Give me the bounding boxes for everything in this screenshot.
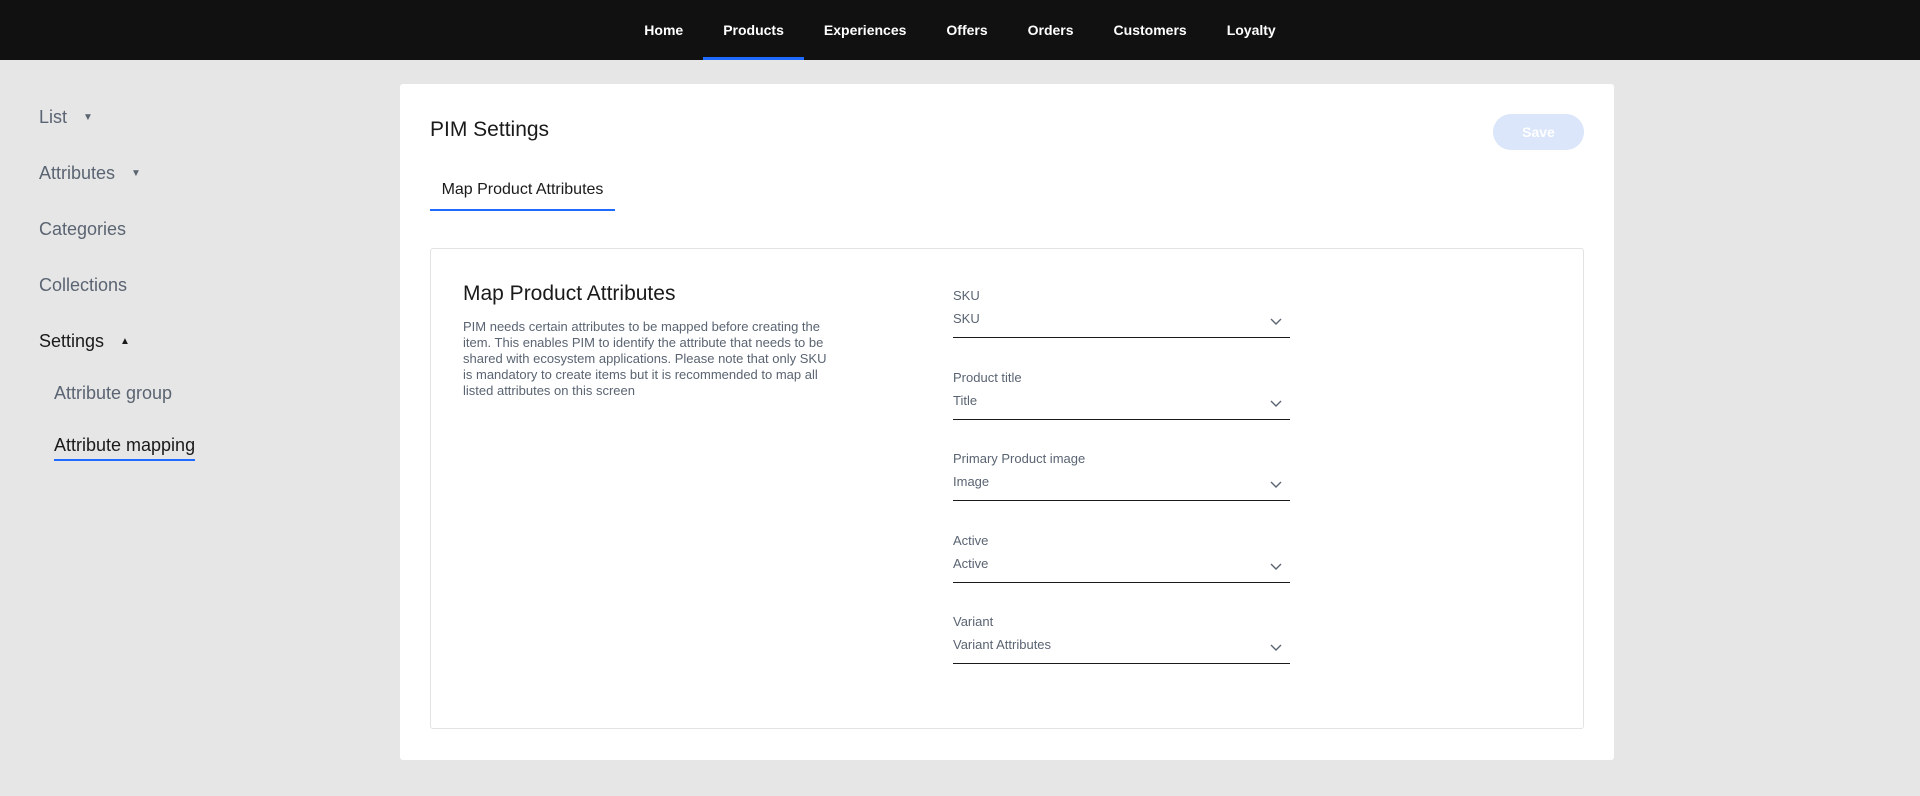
select-value: Image (953, 474, 990, 489)
chevron-down-icon (1270, 644, 1282, 651)
caret-down-icon: ▼ (83, 112, 93, 123)
sidebar-item-list[interactable]: List ▼ (39, 107, 93, 128)
active-select[interactable]: Active (953, 550, 1290, 583)
product-title-select[interactable]: Title (953, 387, 1290, 420)
nav-item-home[interactable]: Home (624, 0, 703, 60)
sidebar-item-collections[interactable]: Collections (39, 275, 127, 296)
chevron-down-icon (1270, 563, 1282, 570)
field-label: SKU (953, 288, 980, 303)
save-button[interactable]: Save (1493, 114, 1584, 150)
field-label: Product title (953, 370, 1022, 385)
tab-map-product-attributes[interactable]: Map Product Attributes (430, 179, 615, 211)
select-value: Title (953, 393, 978, 408)
sku-select[interactable]: SKU (953, 305, 1290, 338)
select-value: Active (953, 556, 989, 571)
field-sku: SKU SKU (953, 288, 1290, 338)
card-description: PIM needs certain attributes to be mappe… (463, 319, 827, 398)
nav-item-orders[interactable]: Orders (1008, 0, 1094, 60)
field-variant: Variant Variant Attributes (953, 614, 1290, 664)
sidebar-subitem-attribute-mapping[interactable]: Attribute mapping (54, 435, 196, 461)
sidebar: List ▼ Attributes ▼ Categories Collectio… (0, 60, 390, 796)
chevron-down-icon (1270, 400, 1282, 407)
variant-select[interactable]: Variant Attributes (953, 631, 1290, 664)
sidebar-item-label: Categories (39, 219, 127, 239)
primary-image-select[interactable]: Image (953, 468, 1290, 501)
mapping-card: Map Product Attributes PIM needs certain… (430, 248, 1584, 729)
field-label: Primary Product image (953, 451, 1086, 466)
tab-label: Map Product Attributes (441, 181, 604, 198)
nav-item-experiences[interactable]: Experiences (804, 0, 927, 60)
select-value: Variant Attributes (953, 637, 1052, 652)
select-value: SKU (953, 311, 980, 326)
field-label: Variant (953, 614, 994, 629)
sidebar-item-label: List (39, 107, 68, 127)
caret-down-icon: ▼ (131, 168, 141, 179)
top-nav-list: Home Products Experiences Offers Orders … (624, 0, 1295, 60)
sidebar-item-categories[interactable]: Categories (39, 219, 126, 240)
card-title: Map Product Attributes (463, 282, 676, 305)
field-primary-product-image: Primary Product image Image (953, 451, 1290, 501)
chevron-down-icon (1270, 481, 1282, 488)
sidebar-item-settings[interactable]: Settings ▲ (39, 331, 130, 352)
nav-item-customers[interactable]: Customers (1094, 0, 1207, 60)
field-label: Active (953, 533, 989, 548)
page-title: PIM Settings (430, 118, 550, 141)
sidebar-item-label: Settings (39, 331, 105, 351)
field-active: Active Active (953, 533, 1290, 583)
caret-up-icon: ▲ (120, 336, 130, 347)
nav-item-offers[interactable]: Offers (926, 0, 1007, 60)
sidebar-item-label: Collections (39, 275, 128, 295)
settings-panel: PIM Settings Save Map Product Attributes… (400, 84, 1614, 760)
top-navigation: Home Products Experiences Offers Orders … (0, 0, 1920, 60)
nav-item-loyalty[interactable]: Loyalty (1207, 0, 1296, 60)
nav-item-products[interactable]: Products (703, 0, 804, 60)
sidebar-subitem-attribute-group[interactable]: Attribute group (54, 383, 172, 407)
chevron-down-icon (1270, 318, 1282, 325)
field-product-title: Product title Title (953, 370, 1290, 420)
sidebar-item-label: Attributes (39, 163, 116, 183)
sidebar-item-attributes[interactable]: Attributes ▼ (39, 163, 141, 184)
